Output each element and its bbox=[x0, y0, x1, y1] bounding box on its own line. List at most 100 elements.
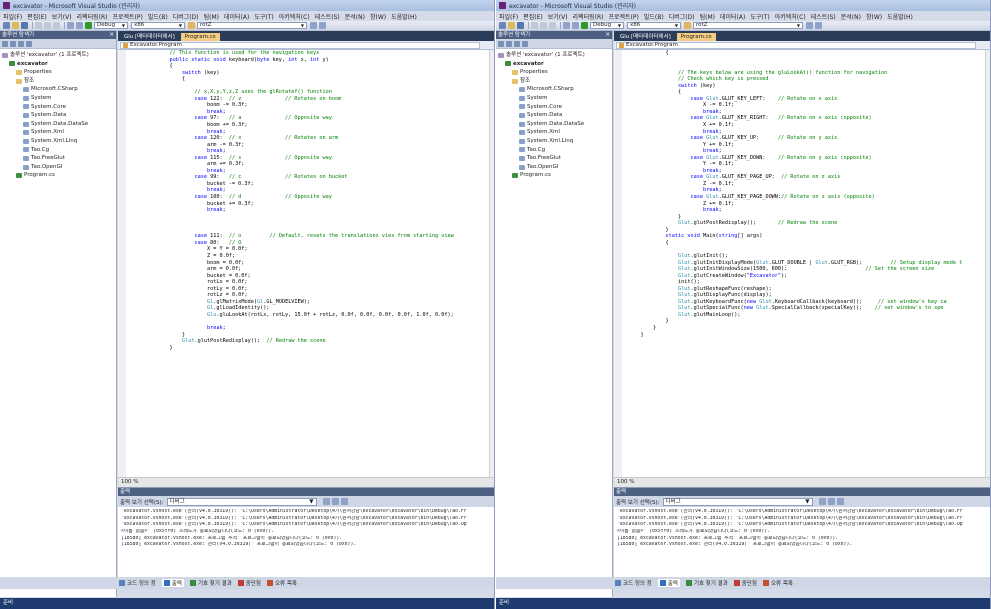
tab-program-cs[interactable]: Program.cs bbox=[676, 33, 716, 41]
output-text[interactable]: 'excavator.vshost.exe'(관리(v4.0.30319)): … bbox=[614, 507, 990, 551]
new-project-icon[interactable] bbox=[3, 22, 10, 29]
find-message-icon[interactable] bbox=[818, 498, 826, 505]
configuration-select[interactable]: Debug ▼ bbox=[94, 22, 128, 29]
word-wrap-icon[interactable] bbox=[836, 498, 844, 505]
vertical-scrollbar[interactable] bbox=[489, 50, 494, 477]
cut-icon[interactable] bbox=[35, 22, 42, 29]
output-source-select[interactable]: 디버그 ▼ bbox=[662, 497, 813, 506]
type-dropdown[interactable]: Excavator.Program bbox=[616, 41, 976, 49]
type-dropdown[interactable]: Excavator.Program bbox=[120, 41, 480, 49]
refresh-icon[interactable] bbox=[18, 40, 24, 47]
tab-glu-metadata[interactable]: Glu [메타데이터에서] bbox=[120, 33, 179, 41]
code-text[interactable]: // This function is used for the navigat… bbox=[118, 50, 494, 477]
cut-icon[interactable] bbox=[531, 22, 538, 29]
solution-explorer-icon[interactable] bbox=[806, 22, 813, 29]
tab-glu-metadata[interactable]: Glu [메타데이터에서] bbox=[616, 33, 675, 41]
zoom-level[interactable]: 100 % bbox=[614, 477, 990, 487]
menu-item[interactable]: 프로젝트(P) bbox=[112, 12, 142, 21]
save-icon[interactable] bbox=[21, 22, 28, 29]
properties-icon[interactable] bbox=[2, 40, 8, 47]
tree-item[interactable]: System.Data bbox=[498, 111, 612, 120]
platform-select[interactable]: x86 ▼ bbox=[131, 22, 185, 29]
tree-item[interactable]: System.Data bbox=[2, 111, 116, 120]
open-file-icon[interactable] bbox=[508, 22, 515, 29]
menu-item[interactable]: 도움말(H) bbox=[391, 12, 417, 21]
menu-item[interactable]: 팀(M) bbox=[204, 12, 219, 21]
tree-item[interactable]: Tao.Cg bbox=[498, 146, 612, 155]
tree-item[interactable]: Tao.OpenGl bbox=[2, 163, 116, 172]
solution-explorer-icon[interactable] bbox=[310, 22, 317, 29]
tree-item[interactable]: Tao.FreeGlut bbox=[498, 154, 612, 163]
refresh-icon[interactable] bbox=[514, 40, 520, 47]
paste-icon[interactable] bbox=[53, 22, 60, 29]
vertical-scrollbar[interactable] bbox=[985, 50, 990, 477]
menu-item[interactable]: 파일(F) bbox=[3, 12, 22, 21]
copy-icon[interactable] bbox=[44, 22, 51, 29]
tool-window-tab[interactable]: 중단점 bbox=[733, 579, 757, 587]
menu-item[interactable]: 데이터(A) bbox=[720, 12, 745, 21]
tool-window-tab[interactable]: 오류 목록 bbox=[762, 579, 793, 587]
redo-icon[interactable] bbox=[572, 22, 579, 29]
menu-item[interactable]: 테스트(S) bbox=[315, 12, 340, 21]
clear-all-icon[interactable] bbox=[827, 498, 835, 505]
menu-item[interactable]: 아키텍처(C) bbox=[279, 12, 310, 21]
tool-window-tab[interactable]: 기호 찾기 결과 bbox=[189, 579, 232, 587]
menu-item[interactable]: 편집(E) bbox=[523, 12, 543, 21]
menu-item[interactable]: 도구(T) bbox=[254, 12, 273, 21]
tree-item[interactable]: System.Xml bbox=[498, 128, 612, 137]
start-debugging-icon[interactable] bbox=[581, 22, 588, 29]
tree-item[interactable]: System.Xml.Linq bbox=[2, 137, 116, 146]
menu-item[interactable]: 테스트(S) bbox=[811, 12, 836, 21]
view-class-diagram-icon[interactable] bbox=[522, 40, 528, 47]
tree-item[interactable]: 솔루션 'excavator' (1 프로젝트) bbox=[2, 51, 116, 60]
properties-icon[interactable] bbox=[319, 22, 326, 29]
tree-item[interactable]: Microsoft.CSharp bbox=[2, 85, 116, 94]
undo-icon[interactable] bbox=[563, 22, 570, 29]
undo-icon[interactable] bbox=[67, 22, 74, 29]
word-wrap-icon[interactable] bbox=[340, 498, 348, 505]
tree-item[interactable]: excavator bbox=[498, 60, 612, 69]
close-icon[interactable]: ✕ bbox=[605, 31, 610, 39]
tree-item[interactable]: Tao.FreeGlut bbox=[2, 154, 116, 163]
find-in-files-icon[interactable] bbox=[684, 22, 691, 29]
menu-item[interactable]: 도구(T) bbox=[750, 12, 769, 21]
menu-item[interactable]: 디버그(D) bbox=[669, 12, 695, 21]
clear-all-icon[interactable] bbox=[331, 498, 339, 505]
new-project-icon[interactable] bbox=[499, 22, 506, 29]
menu-item[interactable]: 분석(N) bbox=[841, 12, 861, 21]
view-class-diagram-icon[interactable] bbox=[26, 40, 32, 47]
tool-window-tab[interactable]: 코드 정의 창 bbox=[615, 579, 652, 587]
show-all-files-icon[interactable] bbox=[10, 40, 16, 47]
tree-item[interactable]: Program.cs bbox=[2, 171, 116, 180]
menu-item[interactable]: 보기(V) bbox=[52, 12, 72, 21]
menu-item[interactable]: 분석(N) bbox=[345, 12, 365, 21]
menu-item[interactable]: 리팩터링(R) bbox=[573, 12, 604, 21]
menu-item[interactable]: 파일(F) bbox=[499, 12, 518, 21]
menu-item[interactable]: 프로젝트(P) bbox=[608, 12, 638, 21]
properties-icon[interactable] bbox=[498, 40, 504, 47]
redo-icon[interactable] bbox=[76, 22, 83, 29]
tree-item[interactable]: excavator bbox=[2, 60, 116, 69]
tree-item[interactable]: System.Xml bbox=[2, 128, 116, 137]
tool-window-tab[interactable]: 오류 목록 bbox=[266, 579, 297, 587]
tree-item[interactable]: 참조 bbox=[2, 77, 116, 86]
find-message-icon[interactable] bbox=[322, 498, 330, 505]
menu-item[interactable]: 리팩터링(R) bbox=[77, 12, 108, 21]
tree-item[interactable]: Properties bbox=[2, 68, 116, 77]
tool-window-tab[interactable]: 출력 bbox=[161, 579, 184, 587]
tree-item[interactable]: System bbox=[498, 94, 612, 103]
find-combo[interactable]: rotZ ▼ bbox=[197, 22, 307, 29]
properties-icon[interactable] bbox=[815, 22, 822, 29]
tree-item[interactable]: Tao.OpenGl bbox=[498, 163, 612, 172]
tree-item[interactable]: 솔루션 'excavator' (1 프로젝트) bbox=[498, 51, 612, 60]
open-file-icon[interactable] bbox=[12, 22, 19, 29]
menu-item[interactable]: 디버그(D) bbox=[173, 12, 199, 21]
copy-icon[interactable] bbox=[540, 22, 547, 29]
output-text[interactable]: 'excavator.vshost.exe'(관리(v4.0.30319)): … bbox=[118, 507, 494, 551]
start-debugging-icon[interactable] bbox=[85, 22, 92, 29]
tree-item[interactable]: Tao.Cg bbox=[2, 146, 116, 155]
save-icon[interactable] bbox=[517, 22, 524, 29]
platform-select[interactable]: x86 ▼ bbox=[627, 22, 681, 29]
menu-item[interactable]: 빌드(B) bbox=[644, 12, 664, 21]
menu-item[interactable]: 창(W) bbox=[866, 12, 882, 21]
